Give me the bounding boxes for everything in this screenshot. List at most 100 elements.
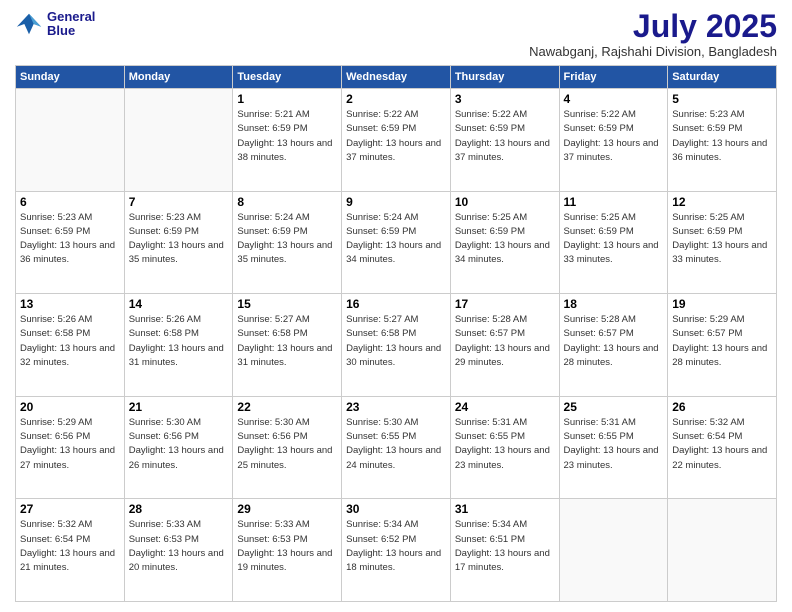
sunset-text: Sunset: 6:55 PM — [346, 431, 416, 442]
day-number: 7 — [129, 195, 229, 209]
sunset-text: Sunset: 6:59 PM — [346, 123, 416, 134]
sun-info: Sunrise: 5:30 AM Sunset: 6:56 PM Dayligh… — [129, 416, 229, 473]
calendar-cell: 3 Sunrise: 5:22 AM Sunset: 6:59 PM Dayli… — [450, 89, 559, 192]
calendar-cell: 14 Sunrise: 5:26 AM Sunset: 6:58 PM Dayl… — [124, 294, 233, 397]
sun-info: Sunrise: 5:33 AM Sunset: 6:53 PM Dayligh… — [129, 518, 229, 575]
sunrise-text: Sunrise: 5:32 AM — [672, 417, 744, 428]
sun-info: Sunrise: 5:27 AM Sunset: 6:58 PM Dayligh… — [346, 313, 446, 370]
calendar-cell — [559, 499, 668, 602]
sunrise-text: Sunrise: 5:24 AM — [237, 212, 309, 223]
sunset-text: Sunset: 6:59 PM — [346, 226, 416, 237]
sunrise-text: Sunrise: 5:24 AM — [346, 212, 418, 223]
sunset-text: Sunset: 6:59 PM — [672, 226, 742, 237]
sunset-text: Sunset: 6:59 PM — [455, 226, 525, 237]
sun-info: Sunrise: 5:25 AM Sunset: 6:59 PM Dayligh… — [564, 211, 664, 268]
day-number: 4 — [564, 92, 664, 106]
day-number: 19 — [672, 297, 772, 311]
sun-info: Sunrise: 5:26 AM Sunset: 6:58 PM Dayligh… — [129, 313, 229, 370]
sun-info: Sunrise: 5:25 AM Sunset: 6:59 PM Dayligh… — [672, 211, 772, 268]
sun-info: Sunrise: 5:23 AM Sunset: 6:59 PM Dayligh… — [20, 211, 120, 268]
daylight-text: Daylight: 13 hours and 27 minutes. — [20, 445, 115, 470]
logo-text: General Blue — [47, 10, 95, 39]
sun-info: Sunrise: 5:32 AM Sunset: 6:54 PM Dayligh… — [672, 416, 772, 473]
sunset-text: Sunset: 6:59 PM — [237, 123, 307, 134]
sun-info: Sunrise: 5:29 AM Sunset: 6:57 PM Dayligh… — [672, 313, 772, 370]
day-number: 11 — [564, 195, 664, 209]
col-sunday: Sunday — [16, 66, 125, 89]
sunrise-text: Sunrise: 5:25 AM — [564, 212, 636, 223]
daylight-text: Daylight: 13 hours and 32 minutes. — [20, 343, 115, 368]
col-friday: Friday — [559, 66, 668, 89]
day-number: 27 — [20, 502, 120, 516]
calendar-cell: 25 Sunrise: 5:31 AM Sunset: 6:55 PM Dayl… — [559, 396, 668, 499]
day-number: 25 — [564, 400, 664, 414]
title-section: July 2025 Nawabganj, Rajshahi Division, … — [529, 10, 777, 59]
sun-info: Sunrise: 5:26 AM Sunset: 6:58 PM Dayligh… — [20, 313, 120, 370]
calendar-week-row: 20 Sunrise: 5:29 AM Sunset: 6:56 PM Dayl… — [16, 396, 777, 499]
sunrise-text: Sunrise: 5:27 AM — [237, 314, 309, 325]
sunrise-text: Sunrise: 5:23 AM — [20, 212, 92, 223]
sunset-text: Sunset: 6:59 PM — [455, 123, 525, 134]
sunset-text: Sunset: 6:58 PM — [20, 328, 90, 339]
sunrise-text: Sunrise: 5:22 AM — [455, 109, 527, 120]
daylight-text: Daylight: 13 hours and 20 minutes. — [129, 548, 224, 573]
sunset-text: Sunset: 6:56 PM — [20, 431, 90, 442]
calendar-cell: 30 Sunrise: 5:34 AM Sunset: 6:52 PM Dayl… — [342, 499, 451, 602]
sunrise-text: Sunrise: 5:34 AM — [455, 519, 527, 530]
day-number: 13 — [20, 297, 120, 311]
sunset-text: Sunset: 6:51 PM — [455, 534, 525, 545]
daylight-text: Daylight: 13 hours and 25 minutes. — [237, 445, 332, 470]
sunset-text: Sunset: 6:59 PM — [237, 226, 307, 237]
sun-info: Sunrise: 5:27 AM Sunset: 6:58 PM Dayligh… — [237, 313, 337, 370]
calendar-cell: 16 Sunrise: 5:27 AM Sunset: 6:58 PM Dayl… — [342, 294, 451, 397]
daylight-text: Daylight: 13 hours and 21 minutes. — [20, 548, 115, 573]
sunset-text: Sunset: 6:54 PM — [672, 431, 742, 442]
day-number: 21 — [129, 400, 229, 414]
sun-info: Sunrise: 5:32 AM Sunset: 6:54 PM Dayligh… — [20, 518, 120, 575]
sunrise-text: Sunrise: 5:31 AM — [455, 417, 527, 428]
daylight-text: Daylight: 13 hours and 26 minutes. — [129, 445, 224, 470]
sunrise-text: Sunrise: 5:29 AM — [672, 314, 744, 325]
daylight-text: Daylight: 13 hours and 23 minutes. — [455, 445, 550, 470]
daylight-text: Daylight: 13 hours and 35 minutes. — [237, 240, 332, 265]
daylight-text: Daylight: 13 hours and 22 minutes. — [672, 445, 767, 470]
daylight-text: Daylight: 13 hours and 23 minutes. — [564, 445, 659, 470]
sunset-text: Sunset: 6:57 PM — [455, 328, 525, 339]
header: General Blue July 2025 Nawabganj, Rajsha… — [15, 10, 777, 59]
day-number: 24 — [455, 400, 555, 414]
sun-info: Sunrise: 5:34 AM Sunset: 6:51 PM Dayligh… — [455, 518, 555, 575]
day-number: 22 — [237, 400, 337, 414]
logo-icon — [15, 10, 43, 38]
sunset-text: Sunset: 6:59 PM — [672, 123, 742, 134]
sun-info: Sunrise: 5:28 AM Sunset: 6:57 PM Dayligh… — [455, 313, 555, 370]
calendar-cell — [668, 499, 777, 602]
day-number: 26 — [672, 400, 772, 414]
col-saturday: Saturday — [668, 66, 777, 89]
calendar-cell: 29 Sunrise: 5:33 AM Sunset: 6:53 PM Dayl… — [233, 499, 342, 602]
calendar-cell: 19 Sunrise: 5:29 AM Sunset: 6:57 PM Dayl… — [668, 294, 777, 397]
sunset-text: Sunset: 6:59 PM — [564, 123, 634, 134]
sunrise-text: Sunrise: 5:21 AM — [237, 109, 309, 120]
sunrise-text: Sunrise: 5:33 AM — [237, 519, 309, 530]
calendar-cell: 2 Sunrise: 5:22 AM Sunset: 6:59 PM Dayli… — [342, 89, 451, 192]
day-number: 30 — [346, 502, 446, 516]
sunrise-text: Sunrise: 5:25 AM — [672, 212, 744, 223]
sunrise-text: Sunrise: 5:33 AM — [129, 519, 201, 530]
sun-info: Sunrise: 5:31 AM Sunset: 6:55 PM Dayligh… — [564, 416, 664, 473]
sunset-text: Sunset: 6:52 PM — [346, 534, 416, 545]
sunrise-text: Sunrise: 5:26 AM — [129, 314, 201, 325]
day-number: 10 — [455, 195, 555, 209]
calendar-cell: 13 Sunrise: 5:26 AM Sunset: 6:58 PM Dayl… — [16, 294, 125, 397]
sunrise-text: Sunrise: 5:23 AM — [129, 212, 201, 223]
daylight-text: Daylight: 13 hours and 31 minutes. — [237, 343, 332, 368]
day-number: 5 — [672, 92, 772, 106]
sun-info: Sunrise: 5:30 AM Sunset: 6:55 PM Dayligh… — [346, 416, 446, 473]
calendar-cell — [16, 89, 125, 192]
day-number: 14 — [129, 297, 229, 311]
calendar-cell: 11 Sunrise: 5:25 AM Sunset: 6:59 PM Dayl… — [559, 191, 668, 294]
sunrise-text: Sunrise: 5:25 AM — [455, 212, 527, 223]
sun-info: Sunrise: 5:30 AM Sunset: 6:56 PM Dayligh… — [237, 416, 337, 473]
daylight-text: Daylight: 13 hours and 30 minutes. — [346, 343, 441, 368]
calendar-cell: 6 Sunrise: 5:23 AM Sunset: 6:59 PM Dayli… — [16, 191, 125, 294]
day-number: 28 — [129, 502, 229, 516]
